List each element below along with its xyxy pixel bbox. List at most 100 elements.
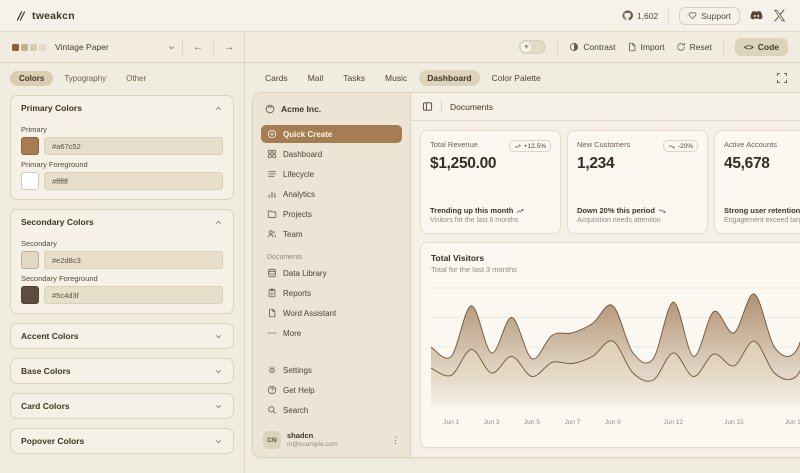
prev-theme-button[interactable]: ←	[189, 38, 207, 56]
import-button[interactable]: Import	[627, 42, 665, 52]
dashboard-content: Total Revenue +12.5% $1,250.00	[411, 121, 800, 457]
nav-item[interactable]: Reports	[261, 284, 402, 302]
nav-item-label: Settings	[283, 366, 312, 375]
nav-item-label: Lifecycle	[283, 170, 314, 179]
nav-item[interactable]: Get Help	[261, 381, 402, 399]
user-email: m@example.com	[287, 441, 338, 449]
color-field-label: Secondary Foreground	[21, 274, 223, 283]
reset-button[interactable]: Reset	[676, 42, 712, 52]
nav-item-label: Team	[283, 230, 303, 239]
trend-icon	[516, 207, 524, 215]
color-section: Base Colors	[10, 358, 234, 384]
preview-tab[interactable]: Music	[377, 70, 415, 86]
color-section-title: Accent Colors	[21, 331, 79, 341]
color-section-title: Base Colors	[21, 366, 71, 376]
stat-footer-sub: Acquisition needs attention	[577, 217, 698, 224]
stat-card-value: 45,678	[724, 155, 800, 173]
nav-item-label: More	[283, 329, 301, 338]
ellipsis-vertical-icon[interactable]: ⋮	[391, 435, 400, 446]
color-value-input[interactable]: #e2d8c3	[44, 251, 223, 269]
color-value-input[interactable]: #a67c52	[44, 137, 223, 155]
github-icon	[622, 10, 633, 21]
contrast-button[interactable]: Contrast	[569, 42, 615, 52]
color-section-header[interactable]: Primary Colors	[11, 96, 233, 120]
color-swatch[interactable]	[21, 172, 39, 190]
nav-item-label: Quick Create	[283, 130, 332, 139]
nav-item[interactable]: More	[261, 324, 402, 342]
documents-group-label: Documents	[261, 254, 402, 261]
color-section-header[interactable]: Secondary Colors	[11, 210, 233, 234]
preview-tab[interactable]: Mail	[300, 70, 332, 86]
nav-item[interactable]: Quick Create	[261, 125, 402, 143]
nav-item[interactable]: Analytics	[261, 185, 402, 203]
sidebar-toggle-icon[interactable]	[422, 101, 433, 112]
support-button[interactable]: Support	[679, 7, 740, 25]
editor-tab[interactable]: Other	[117, 71, 155, 86]
nav-item[interactable]: Projects	[261, 205, 402, 223]
contrast-label: Contrast	[583, 42, 615, 52]
preview-tab[interactable]: Dashboard	[419, 70, 479, 86]
stat-card-title: New Customers	[577, 140, 630, 149]
stat-card-title: Total Revenue	[430, 140, 478, 149]
trend-icon	[668, 143, 675, 150]
discord-icon[interactable]	[750, 9, 763, 22]
nav-item[interactable]: Search	[261, 401, 402, 419]
stat-card: Total Revenue +12.5% $1,250.00	[420, 130, 561, 234]
color-section: Accent Colors	[10, 323, 234, 349]
color-swatch[interactable]	[21, 286, 39, 304]
editor-tab-label: Other	[126, 74, 146, 83]
nav-item[interactable]: Lifecycle	[261, 165, 402, 183]
color-swatch[interactable]	[21, 251, 39, 269]
nav-item[interactable]: Settings	[261, 361, 402, 379]
trend-badge: +12.5%	[509, 140, 551, 152]
nav-item-icon	[267, 328, 277, 338]
color-section-header[interactable]: Accent Colors	[11, 324, 233, 348]
color-section-header[interactable]: Popover Colors	[11, 429, 233, 453]
company-menu[interactable]: Acme Inc.	[261, 102, 402, 116]
brand[interactable]: tweakcn	[14, 10, 75, 22]
theme-mode-toggle[interactable]: ☀	[519, 40, 546, 54]
main-body: Colors Typography Other Primary ColorsPr…	[0, 63, 800, 473]
color-field-row: #ffffff	[21, 172, 223, 190]
color-section-title: Secondary Colors	[21, 217, 94, 227]
preview-tab[interactable]: Tasks	[335, 70, 373, 86]
nav-item-label: Projects	[283, 210, 312, 219]
divider	[557, 39, 558, 55]
trend-icon	[658, 207, 666, 215]
nav-item-label: Word Assistant	[283, 309, 336, 318]
nav-item-label: Analytics	[283, 190, 315, 199]
fullscreen-icon[interactable]	[776, 72, 788, 84]
nav-item[interactable]: Dashboard	[261, 145, 402, 163]
import-file-icon	[627, 42, 637, 52]
color-value-input[interactable]: #5c4d3f	[44, 286, 223, 304]
color-swatch[interactable]	[21, 137, 39, 155]
company-logo-icon	[265, 104, 275, 114]
editor-tab[interactable]: Typography	[55, 71, 115, 86]
github-stars[interactable]: 1,602	[622, 10, 658, 21]
chevron-down-icon[interactable]	[167, 43, 176, 52]
code-button[interactable]: <> Code	[735, 38, 788, 56]
color-section-header[interactable]: Base Colors	[11, 359, 233, 383]
preview-tab[interactable]: Cards	[257, 70, 296, 86]
user-menu[interactable]: CN shadcn m@example.com ⋮	[261, 429, 402, 449]
nav-item[interactable]: Team	[261, 225, 402, 243]
nav-item[interactable]: Data Library	[261, 264, 402, 282]
color-section-header[interactable]: Card Colors	[11, 394, 233, 418]
stat-footer-main: Down 20% this period	[577, 206, 655, 215]
color-value-input[interactable]: #ffffff	[44, 172, 223, 190]
nav-item[interactable]: Word Assistant	[261, 304, 402, 322]
color-section: Primary ColorsPrimary#a67c52Primary Fore…	[10, 95, 234, 200]
next-theme-button[interactable]: →	[220, 38, 238, 56]
nav-item-icon	[267, 189, 277, 199]
theme-name[interactable]: Vintage Paper	[55, 42, 161, 52]
nav-documents: Data Library Reports Word Assistant	[261, 264, 402, 344]
chevron-up-icon	[214, 104, 223, 113]
chevron-down-icon	[214, 367, 223, 376]
reset-label: Reset	[690, 42, 712, 52]
stat-footer-sub: Visitors for the last 6 months	[430, 217, 551, 224]
x-twitter-icon[interactable]	[773, 9, 786, 22]
preview-tab[interactable]: Color Palette	[484, 70, 549, 86]
editor-tab[interactable]: Colors	[10, 71, 53, 86]
theme-editor-panel: Colors Typography Other Primary ColorsPr…	[0, 63, 245, 473]
theme-swatch-strip	[12, 44, 46, 51]
